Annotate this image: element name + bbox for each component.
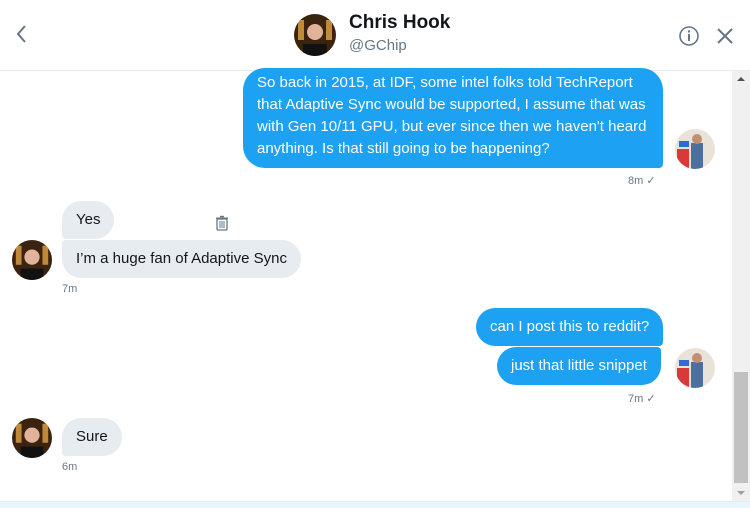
- contact-avatar[interactable]: [294, 14, 336, 56]
- conversation-header: Chris Hook @GChip: [0, 0, 750, 71]
- close-icon[interactable]: [715, 26, 735, 46]
- read-check-icon: ✓: [646, 175, 656, 187]
- message-text: So back in 2015, at IDF, some intel folk…: [257, 74, 633, 91]
- info-icon[interactable]: [678, 25, 700, 47]
- delete-trash-icon[interactable]: [214, 215, 230, 231]
- message-timestamp: 8m ✓: [628, 175, 656, 187]
- read-check-icon: ✓: [646, 393, 656, 405]
- scroll-down-arrow-icon[interactable]: [732, 485, 750, 501]
- contact-name[interactable]: Chris Hook: [349, 12, 450, 34]
- contact-message-avatar[interactable]: [12, 240, 52, 280]
- contact-message-avatar[interactable]: [12, 418, 52, 458]
- scrollbar-thumb[interactable]: [734, 372, 748, 483]
- message-timestamp: 7m ✓: [628, 393, 656, 405]
- back-chevron-icon[interactable]: [12, 22, 32, 46]
- message-text: anything. Is that still going to be happ…: [257, 140, 550, 157]
- message-timestamp: 6m: [62, 461, 78, 473]
- message-bubble-outgoing[interactable]: can I post this to reddit?: [476, 308, 664, 346]
- message-bubble-outgoing[interactable]: So back in 2015, at IDF, some intel folk…: [243, 68, 663, 168]
- message-bubble-incoming[interactable]: Yes: [62, 201, 115, 239]
- my-avatar[interactable]: [675, 348, 715, 388]
- message-bubble-incoming[interactable]: I’m a huge fan of Adaptive Sync: [62, 240, 301, 278]
- scroll-up-arrow-icon[interactable]: [732, 71, 750, 87]
- message-timestamp: 7m: [62, 283, 78, 295]
- message-text: with Gen 10/11 GPU, but ever since then …: [257, 118, 647, 135]
- my-avatar[interactable]: [675, 129, 715, 169]
- message-text: that Adaptive Sync would be supported, I…: [257, 96, 646, 113]
- contact-handle: @GChip: [349, 37, 407, 54]
- scrollbar[interactable]: [732, 71, 750, 501]
- message-bubble-incoming[interactable]: Sure: [62, 418, 122, 456]
- message-bubble-outgoing[interactable]: just that little snippet: [497, 347, 661, 385]
- message-list[interactable]: So back in 2015, at IDF, some intel folk…: [0, 68, 732, 501]
